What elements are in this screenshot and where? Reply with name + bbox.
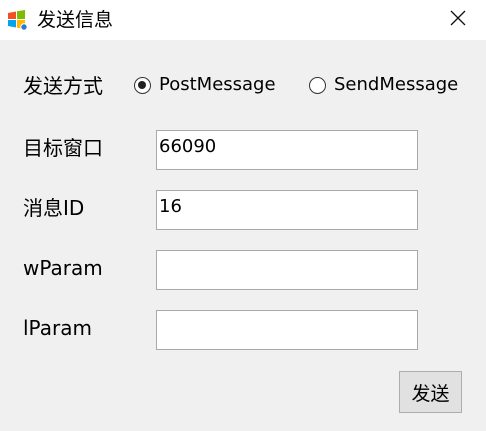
radio-sendmessage-circle[interactable] [309,76,326,94]
message-id-input[interactable]: 16 [156,190,418,230]
target-window-input[interactable]: 66090 [156,130,418,170]
wparam-label: wParam [23,256,103,280]
close-button[interactable] [430,0,486,40]
radio-postmessage-label: PostMessage [159,74,276,95]
lparam-input[interactable] [156,310,418,350]
radio-sendmessage[interactable]: SendMessage [309,73,458,97]
radio-postmessage-circle[interactable] [134,76,151,94]
title-bar: 发送信息 [0,0,486,40]
close-icon [450,10,466,30]
send-message-dialog: 发送信息 发送方式 PostMessage SendMessage 目标窗口 6… [0,0,486,431]
radio-postmessage[interactable]: PostMessage [134,73,276,97]
windows-flag-icon [6,8,30,32]
wparam-input[interactable] [156,250,418,290]
target-window-label: 目标窗口 [23,136,103,160]
send-button[interactable]: 发送 [399,371,462,413]
window-title: 发送信息 [37,9,114,31]
message-id-label: 消息ID [23,196,85,220]
radio-sendmessage-label: SendMessage [334,74,459,95]
lparam-label: lParam [23,316,92,340]
send-mode-label: 发送方式 [23,74,103,98]
